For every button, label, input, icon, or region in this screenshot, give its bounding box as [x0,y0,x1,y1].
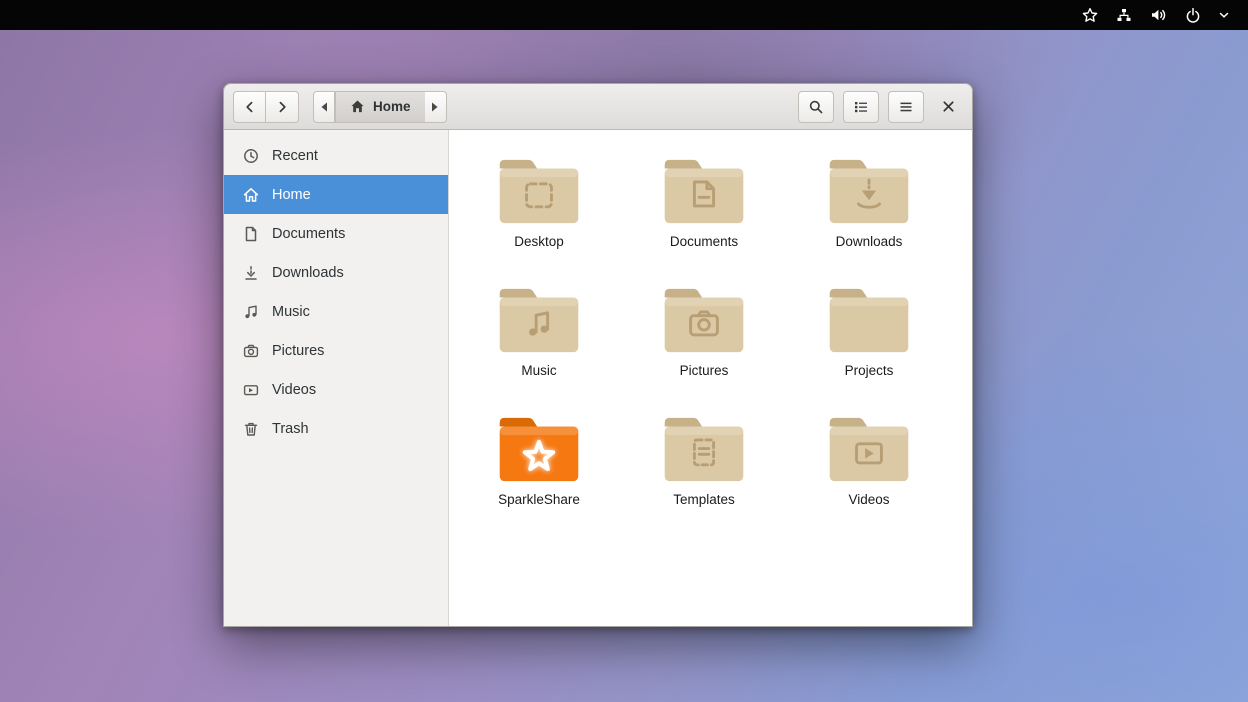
headerbar: Home [223,83,973,130]
sidebar-item-home[interactable]: Home [224,175,448,214]
back-button[interactable] [233,91,266,123]
video-icon [243,382,259,398]
gnome-top-bar [0,0,1248,30]
folder-icon [658,285,750,356]
file-item-templates[interactable]: Templates [629,414,779,507]
file-label: Music [521,363,556,378]
file-label: Downloads [836,234,903,249]
folder-icon [493,156,585,227]
sidebar-item-music[interactable]: Music [224,292,448,331]
sidebar-item-trash[interactable]: Trash [224,409,448,448]
favorites-star-icon[interactable] [1073,0,1107,30]
nav-buttons [233,91,299,123]
sidebar-item-label: Music [272,304,310,320]
view-toggle-button[interactable] [843,91,879,123]
sidebar-item-videos[interactable]: Videos [224,370,448,409]
triangle-right-icon [431,102,439,112]
list-view-icon [853,99,869,115]
sidebar-item-label: Videos [272,382,316,398]
download-arrow-icon [243,265,259,281]
folder-icon [493,285,585,356]
file-item-projects[interactable]: Projects [794,285,944,378]
file-label: Videos [848,492,889,507]
close-icon [941,99,956,114]
file-item-sparkleshare[interactable]: SparkleShare [464,414,614,507]
folder-icon [658,156,750,227]
sidebar-item-pictures[interactable]: Pictures [224,331,448,370]
recent-clock-icon [243,148,259,164]
sidebar-item-label: Pictures [272,343,324,359]
menu-button[interactable] [888,91,924,123]
sidebar-item-label: Recent [272,148,318,164]
file-item-documents[interactable]: Documents [629,156,779,249]
back-chevron-icon [242,99,258,115]
search-icon [808,99,824,115]
volume-icon[interactable] [1141,0,1176,30]
triangle-left-icon [320,102,328,112]
file-label: Documents [670,234,738,249]
file-item-music[interactable]: Music [464,285,614,378]
folder-icon [823,285,915,356]
file-manager-window: Home [223,83,973,627]
forward-chevron-icon [274,99,290,115]
file-item-desktop[interactable]: Desktop [464,156,614,249]
sidebar-item-label: Home [272,187,311,203]
chevron-down-icon[interactable] [1210,0,1238,30]
file-grid: Desktop Documents [449,130,972,626]
sidebar-item-label: Trash [272,421,309,437]
power-icon[interactable] [1176,0,1210,30]
file-label: Pictures [680,363,729,378]
file-item-pictures[interactable]: Pictures [629,285,779,378]
folder-icon [823,414,915,485]
sidebar-item-recent[interactable]: Recent [224,136,448,175]
file-label: Projects [845,363,894,378]
folder-icon [658,414,750,485]
file-label: Templates [673,492,735,507]
document-icon [243,226,259,242]
home-icon [243,187,259,203]
file-label: Desktop [514,234,564,249]
places-sidebar: Recent Home Documents [224,130,449,626]
close-window-button[interactable] [933,91,963,123]
sidebar-item-label: Downloads [272,265,344,281]
home-icon [350,99,365,114]
path-scroll-left-button[interactable] [313,91,335,123]
file-item-downloads[interactable]: Downloads [794,156,944,249]
camera-icon [243,343,259,359]
path-bar: Home [313,91,447,123]
path-scroll-right-button[interactable] [425,91,447,123]
sparkleshare-folder-icon [493,414,585,485]
forward-button[interactable] [266,91,299,123]
desktop-wallpaper: Home [0,0,1248,702]
search-button[interactable] [798,91,834,123]
file-label: SparkleShare [498,492,580,507]
path-current-location-label: Home [373,99,411,114]
window-body: Recent Home Documents [223,130,973,627]
hamburger-menu-icon [898,99,914,115]
headerbar-right-controls [798,91,963,123]
folder-icon [823,156,915,227]
path-current-location-button[interactable]: Home [335,91,425,123]
music-note-icon [243,304,259,320]
sidebar-item-documents[interactable]: Documents [224,214,448,253]
trash-can-icon [243,421,259,437]
sidebar-item-label: Documents [272,226,345,242]
network-icon[interactable] [1107,0,1141,30]
file-item-videos[interactable]: Videos [794,414,944,507]
sidebar-item-downloads[interactable]: Downloads [224,253,448,292]
